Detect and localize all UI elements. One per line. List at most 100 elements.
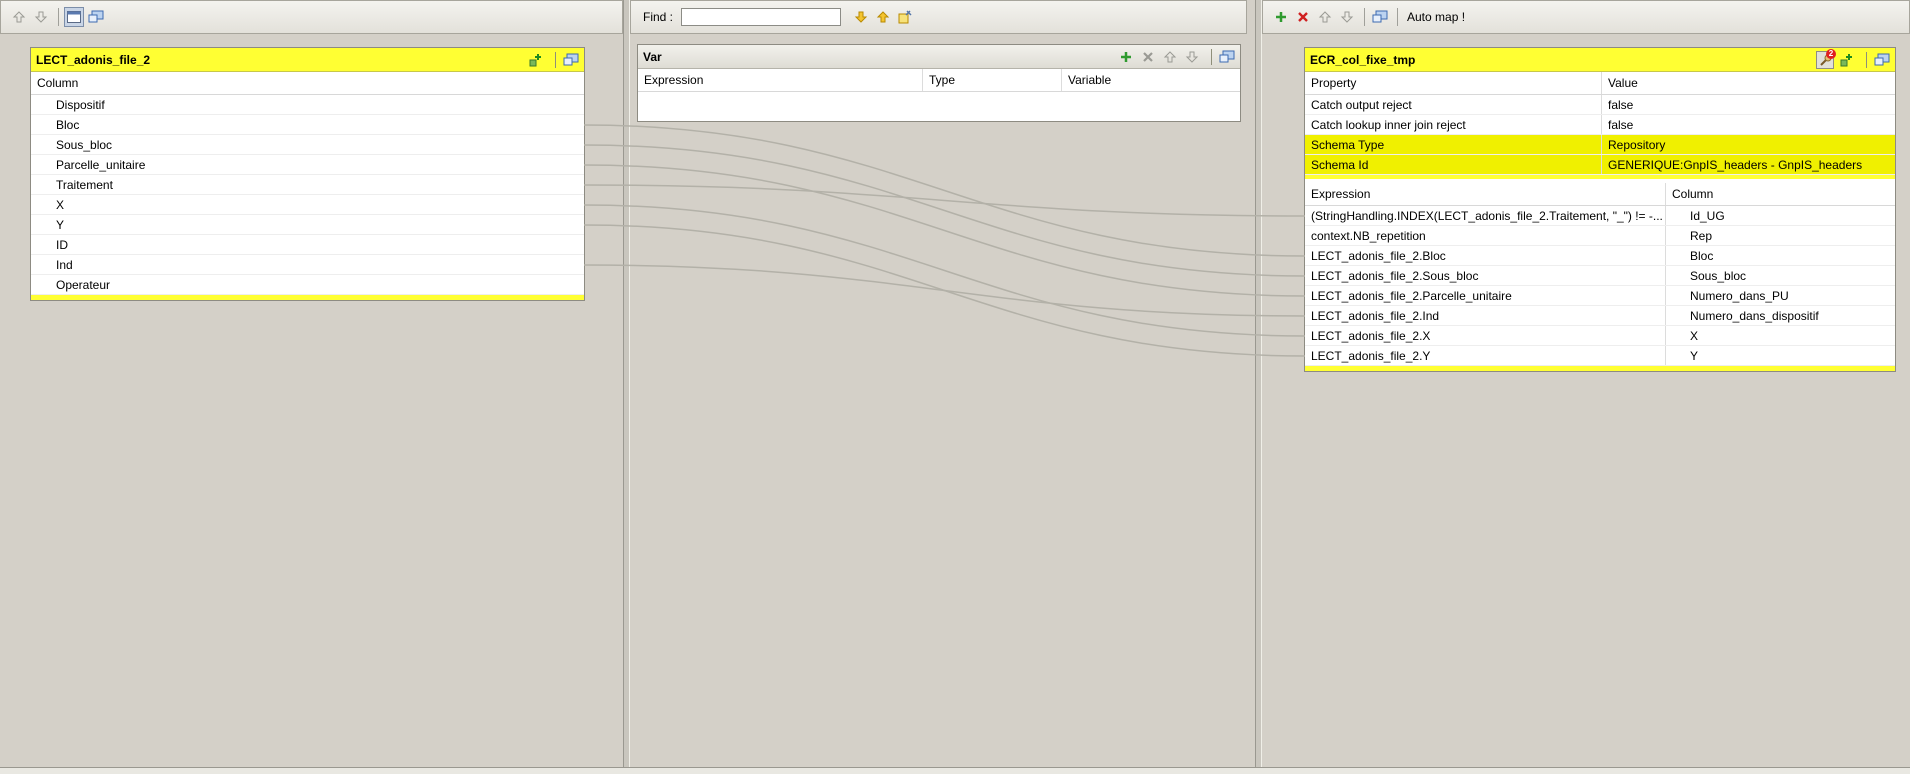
output-column-cell: Rep (1690, 228, 1713, 243)
input-table-rows: Dispositif Bloc Sous_bloc Parcelle_unitaire… (31, 95, 584, 295)
column-header: Column (37, 76, 79, 90)
output-toolbar: Auto map ! (1262, 0, 1910, 34)
remove-variable-icon[interactable] (1139, 48, 1157, 66)
mapping-row[interactable]: LECT_adonis_file_2.X X (1305, 326, 1895, 346)
table-row[interactable]: ID (31, 235, 584, 255)
mapping-row[interactable]: LECT_adonis_file_2.Sous_bloc Sous_bloc (1305, 266, 1895, 286)
column-name: Bloc (56, 117, 80, 132)
mapping-row[interactable]: LECT_adonis_file_2.Y Y (1305, 346, 1895, 366)
mapping-row[interactable]: context.NB_repetition Rep (1305, 226, 1895, 246)
add-output-icon[interactable] (1271, 7, 1291, 27)
display-icon[interactable] (1370, 7, 1390, 27)
type-header: Type (923, 69, 1062, 91)
var-table-header: Expression Type Variable (638, 69, 1240, 92)
expression-cell[interactable]: LECT_adonis_file_2.Sous_bloc (1305, 266, 1666, 285)
error-badge: 2 (1826, 48, 1836, 59)
table-row[interactable]: Sous_bloc (31, 135, 584, 155)
pane-splitter[interactable] (1255, 0, 1262, 767)
mapping-row[interactable]: LECT_adonis_file_2.Parcelle_unitaire Nume… (1305, 286, 1895, 306)
expression-header: Expression (638, 69, 923, 91)
property-name: Schema Id (1305, 155, 1602, 174)
input-table-header: Column (31, 72, 584, 95)
arrow-down-icon[interactable] (1337, 7, 1357, 27)
expression-cell[interactable]: LECT_adonis_file_2.Bloc (1305, 246, 1666, 265)
var-toolbar: Find : (630, 0, 1247, 34)
auto-map-button[interactable]: Auto map ! (1407, 10, 1465, 24)
property-row[interactable]: Catch lookup inner join reject false (1305, 115, 1895, 135)
var-table-title-bar: Var (638, 45, 1240, 69)
find-input[interactable] (681, 8, 842, 26)
property-name: Catch lookup inner join reject (1305, 115, 1602, 134)
property-header: Property (1305, 72, 1602, 94)
property-rows: Catch output reject false Catch lookup inn… (1305, 95, 1895, 175)
property-row[interactable]: Catch output reject false (1305, 95, 1895, 115)
table-row[interactable]: Parcelle_unitaire (31, 155, 584, 175)
find-label: Find : (643, 10, 674, 24)
input-table: LECT_adonis_file_2 Column Dispositif Bloc… (30, 47, 585, 301)
arrow-up-icon[interactable] (9, 7, 29, 27)
mapping-rows: (StringHandling.INDEX(LECT_adonis_file_2… (1305, 206, 1895, 366)
output-column-cell: X (1690, 328, 1699, 343)
value-header: Value (1608, 76, 1638, 90)
property-table-header: Property Value (1305, 72, 1895, 95)
highlight-all-icon[interactable] (895, 7, 915, 27)
expression-cell[interactable]: context.NB_repetition (1305, 226, 1666, 245)
input-pane: LECT_adonis_file_2 Column Dispositif Bloc… (0, 0, 623, 767)
expression-filter-icon[interactable]: 2 (1816, 48, 1836, 69)
expression-header: Expression (1305, 183, 1666, 205)
table-row[interactable]: Traitement (31, 175, 584, 195)
arrow-down-icon[interactable] (31, 7, 51, 27)
minimize-icon[interactable] (1218, 48, 1236, 66)
table-row[interactable]: X (31, 195, 584, 215)
table-row[interactable]: Ind (31, 255, 584, 275)
property-name: Schema Type (1305, 135, 1602, 154)
variable-header: Variable (1068, 73, 1112, 87)
table-row[interactable]: Bloc (31, 115, 584, 135)
remove-output-icon[interactable] (1293, 7, 1313, 27)
output-table-title-bar: ECR_col_fixe_tmp 2 (1305, 48, 1895, 72)
var-table-title: Var (643, 49, 662, 64)
minimize-icon[interactable] (1873, 51, 1891, 69)
expression-cell[interactable]: LECT_adonis_file_2.Ind (1305, 306, 1666, 325)
var-pane: Find : Var Expression Type Variable (630, 0, 1247, 767)
expression-cell[interactable]: LECT_adonis_file_2.Y (1305, 346, 1666, 365)
find-next-icon[interactable] (851, 7, 871, 27)
arrow-up-icon[interactable] (1315, 7, 1335, 27)
column-name: Parcelle_unitaire (56, 157, 146, 172)
table-row[interactable]: Operateur (31, 275, 584, 295)
table-row[interactable]: Dispositif (31, 95, 584, 115)
expression-cell[interactable]: (StringHandling.INDEX(LECT_adonis_file_2… (1305, 206, 1666, 225)
output-column-cell: Numero_dans_dispositif (1690, 308, 1819, 323)
add-variable-icon[interactable] (1117, 48, 1135, 66)
mapping-row[interactable]: (StringHandling.INDEX(LECT_adonis_file_2… (1305, 206, 1895, 226)
pane-splitter[interactable] (623, 0, 630, 767)
input-toolbar (0, 0, 623, 34)
property-value[interactable]: GENERIQUE:GnpIS_headers - GnpIS_headers (1602, 155, 1895, 174)
minimize-icon[interactable] (562, 51, 580, 69)
input-table-title-bar: LECT_adonis_file_2 (31, 48, 584, 72)
property-row[interactable]: Schema Type Repository (1305, 135, 1895, 155)
move-up-icon[interactable] (1161, 48, 1179, 66)
mapping-table-header: Expression Column (1305, 183, 1895, 206)
find-previous-icon[interactable] (873, 7, 893, 27)
expression-cell[interactable]: LECT_adonis_file_2.X (1305, 326, 1666, 345)
property-value[interactable]: false (1602, 95, 1895, 114)
input-table-title: LECT_adonis_file_2 (36, 52, 151, 67)
column-name: Y (56, 217, 65, 232)
add-filter-icon[interactable] (527, 51, 545, 69)
mapping-row[interactable]: LECT_adonis_file_2.Ind Numero_dans_dispos… (1305, 306, 1895, 326)
move-down-icon[interactable] (1183, 48, 1201, 66)
window-icon[interactable] (64, 7, 84, 27)
property-row[interactable]: Schema Id GENERIQUE:GnpIS_headers - GnpIS… (1305, 155, 1895, 175)
expression-cell[interactable]: LECT_adonis_file_2.Parcelle_unitaire (1305, 286, 1666, 305)
column-name: Dispositif (56, 97, 105, 112)
display-icon[interactable] (86, 7, 106, 27)
add-filter-icon[interactable] (1838, 51, 1856, 69)
output-column-cell: Bloc (1690, 248, 1714, 263)
column-name: Traitement (56, 177, 113, 192)
property-value[interactable]: false (1602, 115, 1895, 134)
property-value[interactable]: Repository (1602, 135, 1895, 154)
table-row[interactable]: Y (31, 215, 584, 235)
mapping-row[interactable]: LECT_adonis_file_2.Bloc Bloc (1305, 246, 1895, 266)
output-pane: Auto map ! ECR_col_fixe_tmp 2 Property V… (1262, 0, 1910, 767)
